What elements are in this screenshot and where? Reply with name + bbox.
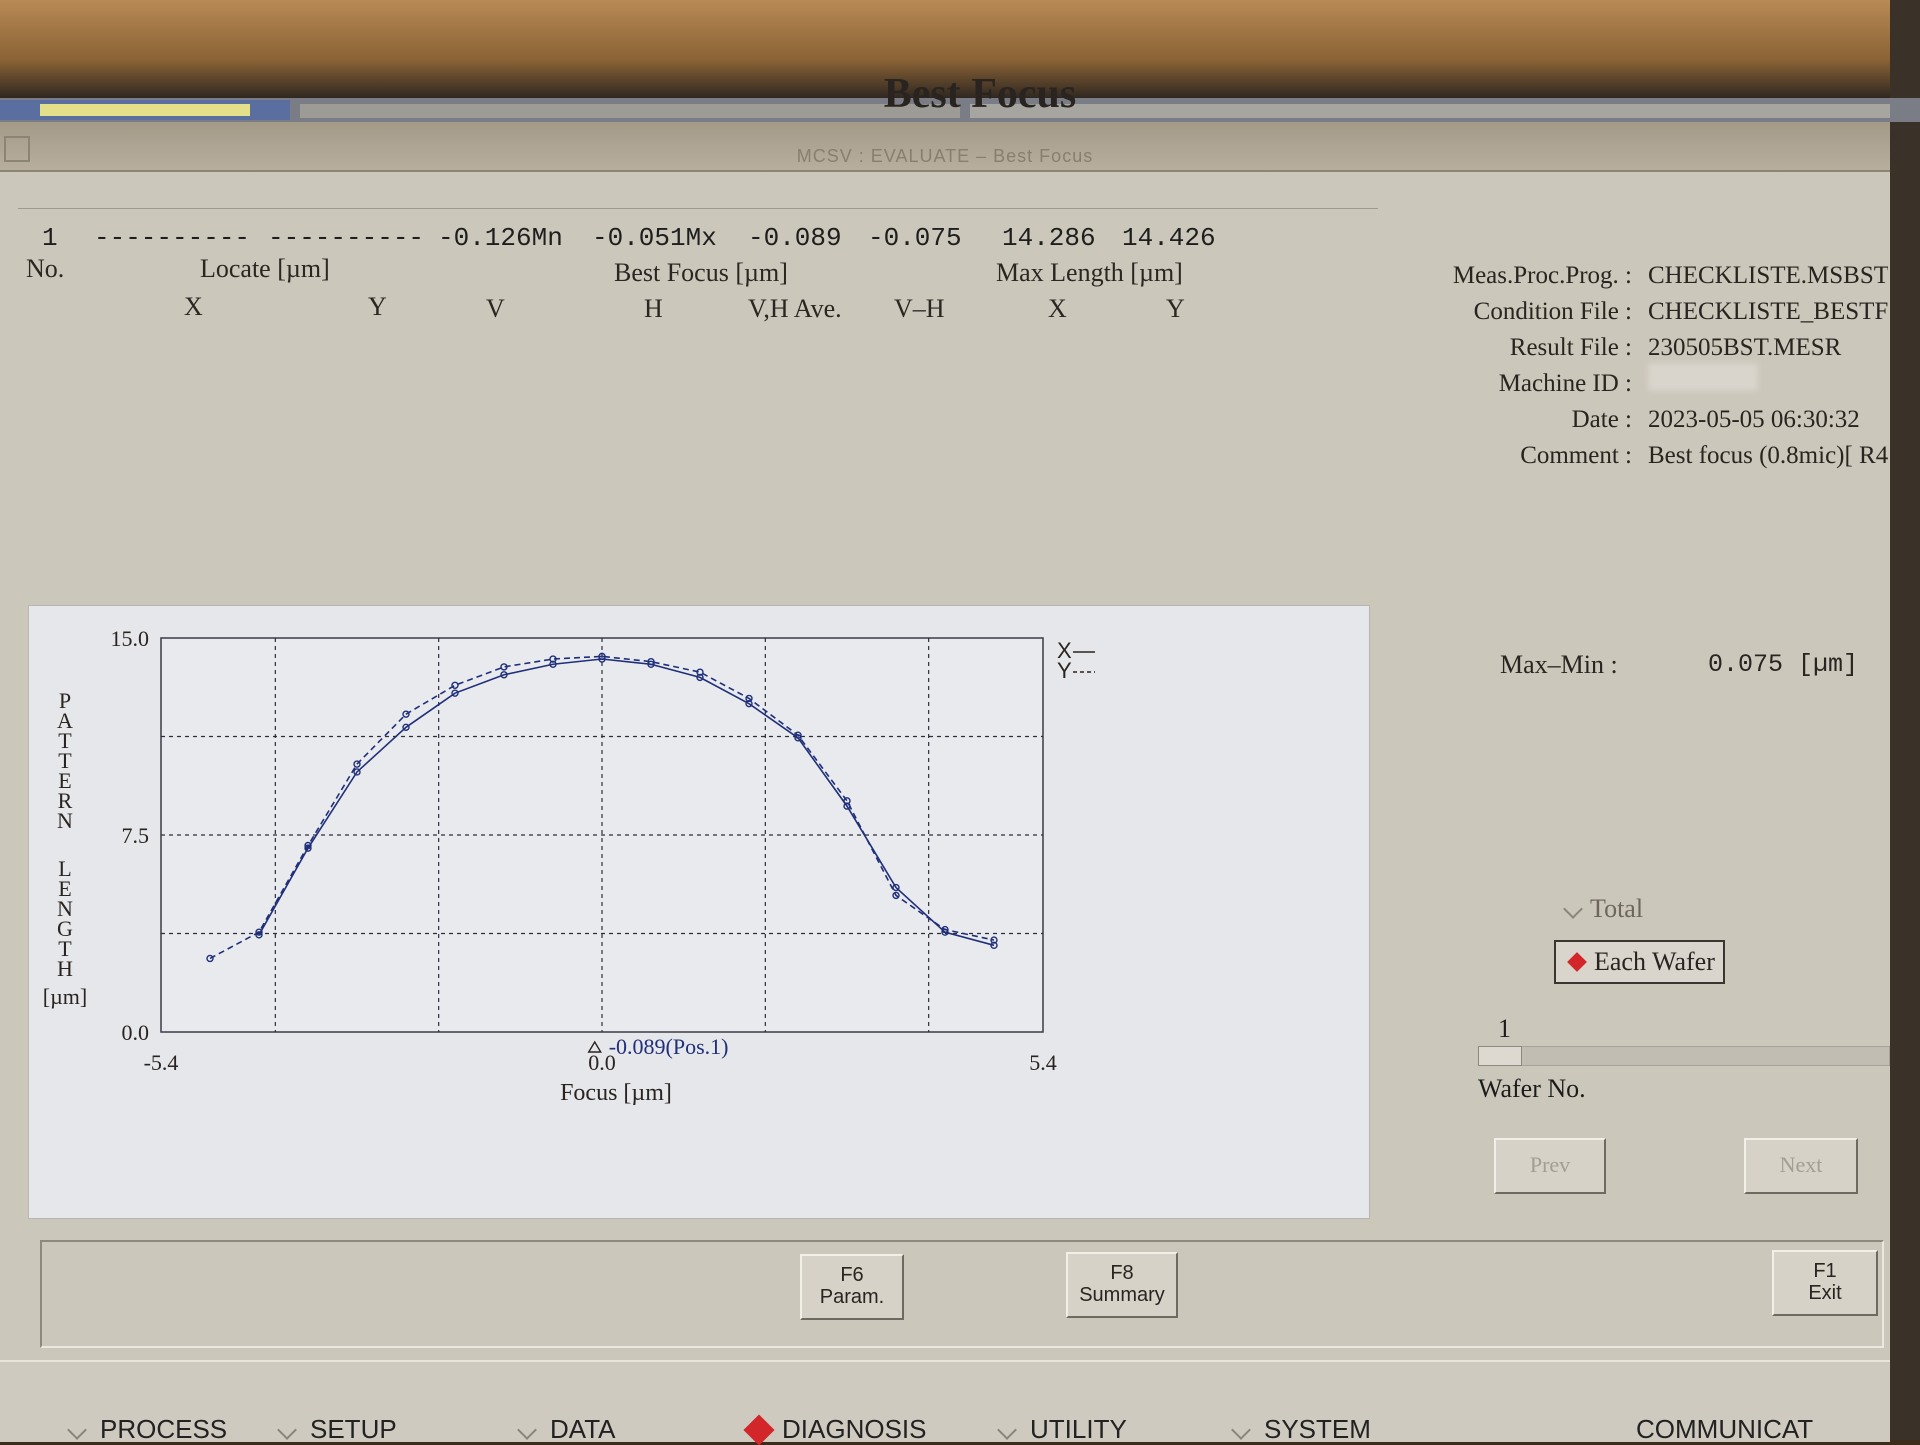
row-v-minus-h: -0.075	[868, 223, 962, 253]
best-focus-chart: 15.07.50.0-5.4 0.0 5.4Focus [µm]PATTERNLEN…	[43, 626, 1095, 1106]
row-locate-y: ----------	[268, 223, 425, 253]
menu-diagnosis-label: DIAGNOSIS	[782, 1414, 927, 1444]
y-axis-label-char: N	[57, 808, 73, 833]
row-locate-x: ----------	[94, 223, 251, 253]
condition-file-label: Condition File :	[1473, 298, 1632, 325]
menu-data[interactable]: DATA	[517, 1414, 616, 1445]
max-min-value: 0.075 [µm]	[1708, 650, 1859, 679]
menu-process-label: PROCESS	[100, 1414, 228, 1444]
x-tick-label: 5.4	[1029, 1050, 1057, 1075]
view-total-label: Total	[1590, 894, 1644, 923]
f8-summary-button[interactable]: F8 Summary	[1066, 1252, 1178, 1318]
menu-indicator-icon	[997, 1419, 1017, 1440]
menu-indicator-icon	[67, 1419, 87, 1440]
wafer-slider-thumb[interactable]	[1478, 1046, 1522, 1066]
f6-param-button[interactable]: F6 Param.	[800, 1254, 904, 1320]
menu-communicat-label: COMMUNICAT	[1636, 1414, 1814, 1444]
x-axis-label: Focus [µm]	[560, 1080, 672, 1106]
result-file-label: Result File :	[1509, 334, 1632, 361]
next-button[interactable]: Next	[1744, 1138, 1858, 1194]
max-min-label: Max–Min :	[1500, 650, 1618, 679]
view-total-option[interactable]: Total	[1563, 894, 1644, 924]
view-each-wafer-label: Each Wafer	[1594, 947, 1715, 976]
menu-indicator-icon	[517, 1419, 537, 1440]
prev-button[interactable]: Prev	[1494, 1138, 1606, 1194]
y-tick-label: 15.0	[111, 626, 150, 651]
y-tick-label: 0.0	[122, 1020, 150, 1045]
menu-system-label: SYSTEM	[1264, 1414, 1371, 1444]
comment-label: Comment :	[1520, 442, 1632, 469]
row-vh-ave: -0.089	[748, 223, 842, 253]
f1-action-label: Exit	[1808, 1282, 1842, 1304]
monitor-bezel-right	[1890, 0, 1920, 1440]
row-max-y: 14.426	[1122, 223, 1216, 253]
menu-utility[interactable]: UTILITY	[997, 1414, 1127, 1445]
window-titlebar: MCSV : EVALUATE – Best Focus	[0, 122, 1890, 172]
legend-label-y: Y	[1057, 658, 1072, 683]
function-key-panel	[40, 1240, 1884, 1348]
row-v: -0.126Mn	[438, 223, 563, 253]
meas-proc-prog-value: CHECKLISTE.MSBST	[1648, 262, 1888, 289]
f1-exit-button[interactable]: F1 Exit	[1772, 1250, 1878, 1316]
wafer-number-value: 1	[1498, 1014, 1511, 1043]
menu-diagnosis[interactable]: DIAGNOSIS	[743, 1413, 927, 1445]
y-tick-label: 7.5	[122, 823, 150, 848]
menu-communicat[interactable]: COMMUNICAT	[1636, 1414, 1813, 1445]
f6-key-label: F6	[840, 1264, 864, 1286]
f8-key-label: F8	[1110, 1262, 1134, 1284]
y-axis-unit: [µm]	[43, 984, 87, 1009]
x-tick-label: -5.4	[144, 1050, 179, 1075]
menu-setup[interactable]: SETUP	[277, 1414, 397, 1445]
f1-key-label: F1	[1813, 1260, 1837, 1282]
menu-indicator-icon	[277, 1419, 297, 1440]
date-label: Date :	[1571, 406, 1632, 433]
menu-system[interactable]: SYSTEM	[1231, 1414, 1371, 1445]
menu-data-label: DATA	[550, 1414, 616, 1444]
date-value: 2023-05-05 06:30:32	[1648, 406, 1860, 433]
active-diamond-icon	[743, 1413, 775, 1445]
row-h: -0.051Mx	[592, 223, 717, 253]
machine-id-value-redacted	[1648, 363, 1758, 391]
y-axis-label-char: H	[57, 956, 73, 981]
best-focus-chart-panel: 15.0 7.5 0.0 -5.4 0.0 5.4 Focus [µm] P A T T E R N L E N…	[28, 605, 1370, 1219]
menu-indicator-icon	[1231, 1419, 1251, 1440]
selected-diamond-icon	[1567, 952, 1587, 972]
comment-value: Best focus (0.8mic)[ R4	[1648, 442, 1888, 469]
window-title: MCSV : EVALUATE – Best Focus	[796, 146, 1094, 166]
wafer-slider[interactable]	[1478, 1046, 1890, 1066]
row-max-x: 14.286	[1002, 223, 1096, 253]
machine-id-label: Machine ID :	[1498, 370, 1632, 397]
result-file-value: 230505BST.MESR	[1648, 334, 1842, 361]
menu-setup-label: SETUP	[310, 1414, 397, 1444]
f8-action-label: Summary	[1079, 1284, 1165, 1306]
menu-utility-label: UTILITY	[1030, 1414, 1127, 1444]
view-each-wafer-option[interactable]: Each Wafer	[1554, 940, 1725, 984]
result-list[interactable]: 1 ---------- ---------- -0.126Mn -0.051M…	[18, 208, 1378, 479]
row-no: 1	[42, 223, 58, 253]
wafer-number-label: Wafer No.	[1478, 1074, 1586, 1103]
meas-proc-prog-label: Meas.Proc.Prog. :	[1452, 262, 1632, 289]
unchecked-icon	[1563, 899, 1583, 919]
menu-process[interactable]: PROCESS	[67, 1414, 228, 1445]
page-title: Best Focus	[883, 71, 1077, 117]
condition-file-value: CHECKLISTE_BESTF	[1648, 298, 1888, 325]
best-focus-marker-label: -0.089(Pos.1)	[609, 1034, 729, 1059]
f6-action-label: Param.	[819, 1286, 885, 1308]
